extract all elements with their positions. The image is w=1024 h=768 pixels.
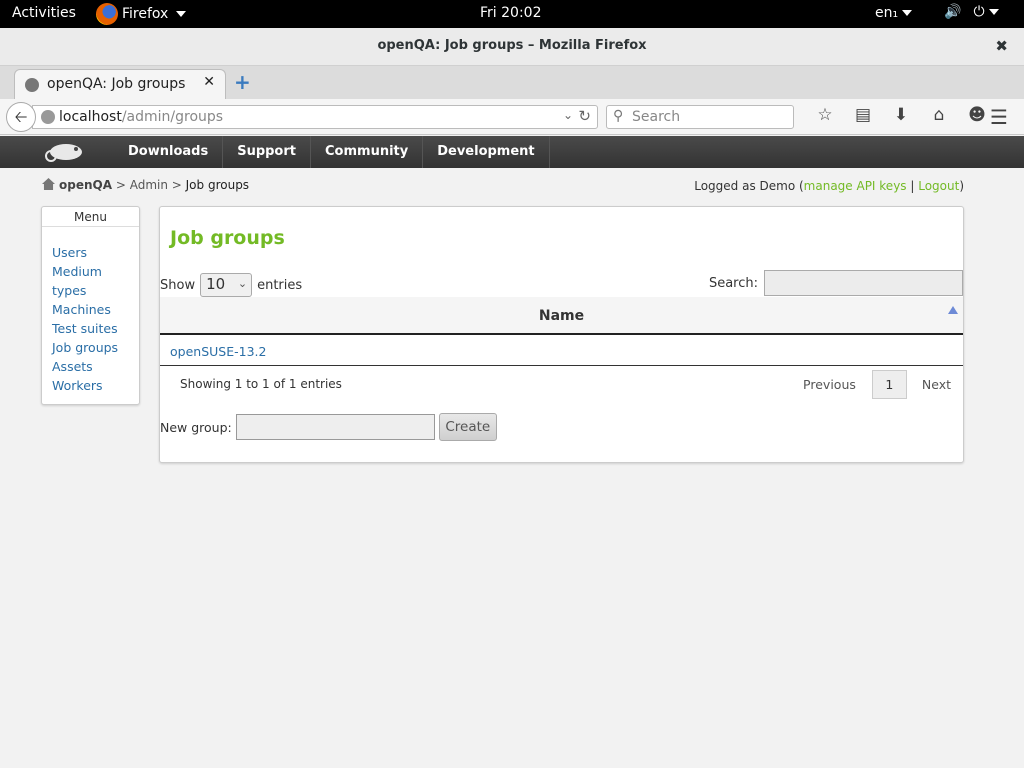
- url-bar[interactable]: localhost/admin/groups ⌄ ↻: [32, 105, 598, 129]
- menu-item-job-groups[interactable]: Job groups: [52, 338, 139, 357]
- menu-item-users[interactable]: Users: [52, 243, 139, 262]
- job-groups-panel: Job groups Show 10 ⌄ entries Search: Name…: [159, 206, 964, 463]
- next-page-button[interactable]: Next: [922, 377, 951, 392]
- site-header: Downloads Support Community Development: [0, 136, 1024, 168]
- menu-list: Users Medium types Machines Test suites …: [42, 227, 139, 395]
- breadcrumb-admin[interactable]: Admin: [130, 178, 168, 192]
- create-button[interactable]: Create: [438, 413, 497, 441]
- manage-api-keys-link[interactable]: manage API keys: [804, 179, 907, 193]
- new-group-input[interactable]: [235, 414, 435, 440]
- system-tray[interactable]: 🔊 ⏻: [944, 4, 999, 20]
- breadcrumb-separator: >: [112, 178, 130, 192]
- search-placeholder: Search: [632, 109, 681, 125]
- nav-community[interactable]: Community: [311, 136, 424, 168]
- entries-value: 10: [206, 275, 226, 293]
- table-search-label: Search:: [708, 275, 758, 291]
- page-title: Job groups: [170, 227, 285, 249]
- entries-select[interactable]: 10 ⌄: [200, 273, 253, 297]
- entries-label: entries: [257, 277, 303, 293]
- search-icon: ⚲: [613, 108, 624, 124]
- previous-page-button[interactable]: Previous: [803, 377, 856, 392]
- reload-icon[interactable]: ↻: [578, 107, 591, 125]
- menu-item-medium-types-cont[interactable]: types: [52, 281, 139, 300]
- toolbar-buttons: ☆ ▤ ⬇ ⌂ ☻: [806, 105, 996, 125]
- table-info: Showing 1 to 1 of 1 entries: [180, 377, 342, 391]
- tab-job-groups[interactable]: openQA: Job groups ✕: [14, 69, 226, 99]
- menu-title: Menu: [42, 207, 139, 227]
- login-suffix: ): [959, 179, 964, 193]
- nav-support[interactable]: Support: [223, 136, 311, 168]
- nav-development[interactable]: Development: [423, 136, 550, 168]
- table-search: Search:: [709, 270, 963, 296]
- new-group-form: New group: Create: [160, 413, 497, 441]
- home-icon[interactable]: ⌂: [920, 105, 958, 125]
- firefox-logo-icon: [96, 3, 118, 25]
- url-path: /admin/groups: [121, 109, 224, 125]
- chevron-down-icon: [988, 9, 999, 15]
- search-input[interactable]: ⚲ Search: [606, 105, 794, 129]
- login-separator: |: [906, 179, 919, 193]
- language-label: en₁: [875, 5, 899, 21]
- power-icon: ⏻: [973, 4, 999, 20]
- show-label: Show: [160, 277, 196, 293]
- tab-bar: openQA: Job groups ✕ +: [0, 66, 1024, 99]
- menu-item-test-suites[interactable]: Test suites: [52, 319, 139, 338]
- page-1-button[interactable]: 1: [871, 370, 907, 399]
- opensuse-logo-icon[interactable]: [44, 142, 84, 162]
- url-text: localhost/admin/groups: [59, 109, 223, 125]
- close-window-icon[interactable]: ✖: [995, 37, 1008, 55]
- window-title: openQA: Job groups – Mozilla Firefox: [377, 38, 647, 53]
- site-nav: Downloads Support Community Development: [114, 136, 550, 168]
- hamburger-menu-icon[interactable]: ☰: [990, 105, 1008, 129]
- globe-icon: [41, 110, 55, 124]
- url-host: localhost: [59, 109, 122, 125]
- admin-menu: Menu Users Medium types Machines Test su…: [41, 206, 140, 405]
- activities-button[interactable]: Activities: [12, 5, 76, 21]
- column-header-name[interactable]: Name: [160, 297, 963, 335]
- chevron-down-icon: [176, 11, 187, 17]
- breadcrumb-current: Job groups: [185, 178, 250, 192]
- history-dropdown-icon[interactable]: ⌄: [563, 108, 573, 122]
- menu-item-medium-types[interactable]: Medium: [52, 262, 139, 281]
- downloads-icon[interactable]: ⬇: [882, 105, 920, 125]
- home-icon[interactable]: [42, 178, 55, 190]
- language-indicator[interactable]: en₁: [875, 5, 913, 21]
- entries-length-control: Show 10 ⌄ entries: [160, 273, 302, 297]
- new-group-label: New group:: [160, 419, 232, 435]
- navigation-toolbar: localhost/admin/groups ⌄ ↻ 🡠 ⚲ Search ☆ …: [0, 99, 1024, 135]
- breadcrumb-openqa[interactable]: openQA: [59, 178, 112, 192]
- column-header-label: Name: [538, 308, 585, 324]
- back-icon[interactable]: 🡠: [6, 102, 36, 132]
- login-prefix: Logged as Demo (: [694, 179, 804, 193]
- window-title-bar: openQA: Job groups – Mozilla Firefox ✖: [0, 28, 1024, 66]
- pagination: Previous 1 Next: [803, 370, 951, 399]
- clock[interactable]: Fri 20:02: [480, 5, 541, 21]
- table-row: openSUSE-13.2: [160, 336, 963, 366]
- menu-item-assets[interactable]: Assets: [52, 357, 139, 376]
- chevron-down-icon: ⌄: [237, 277, 248, 290]
- sort-ascending-icon: [948, 306, 958, 314]
- table-search-input[interactable]: [764, 270, 963, 296]
- menu-item-machines[interactable]: Machines: [52, 300, 139, 319]
- menu-item-workers[interactable]: Workers: [52, 376, 139, 395]
- bookmark-star-icon[interactable]: ☆: [806, 105, 844, 125]
- reading-list-icon[interactable]: ▤: [844, 105, 882, 125]
- nav-downloads[interactable]: Downloads: [114, 136, 224, 168]
- tab-label: openQA: Job groups: [47, 76, 186, 92]
- chevron-down-icon: [902, 10, 913, 16]
- new-tab-icon[interactable]: +: [234, 70, 251, 94]
- job-group-link[interactable]: openSUSE-13.2: [170, 344, 266, 359]
- logout-link[interactable]: Logout: [918, 179, 959, 193]
- close-tab-icon[interactable]: ✕: [203, 74, 215, 90]
- login-status: Logged as Demo (manage API keys | Logout…: [694, 179, 964, 193]
- favicon-icon: [25, 78, 39, 92]
- app-menu-button[interactable]: Firefox: [96, 0, 187, 28]
- app-menu-label: Firefox: [122, 6, 169, 22]
- volume-icon: 🔊: [944, 4, 962, 20]
- breadcrumb-separator: >: [167, 178, 186, 192]
- breadcrumb: openQA > Admin > Job groups: [42, 178, 249, 192]
- gnome-top-bar: Activities Firefox Fri 20:02 en₁ 🔊 ⏻: [0, 0, 1024, 28]
